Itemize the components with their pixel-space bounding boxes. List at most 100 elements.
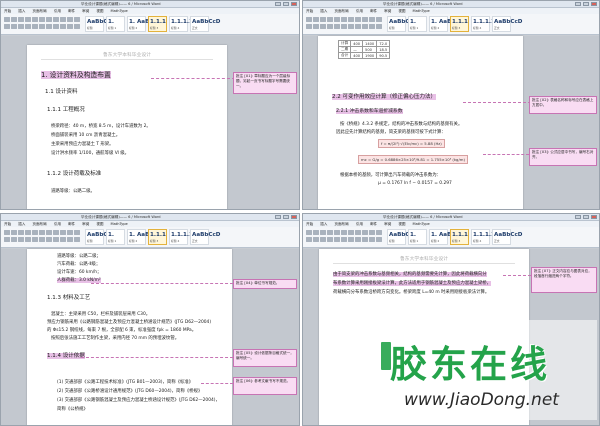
menu-view[interactable]: 视图 <box>96 9 103 14</box>
highlight-icon[interactable] <box>39 24 45 29</box>
menu-review[interactable]: 审阅 <box>82 222 89 227</box>
body-line[interactable]: 主梁采用预应力混凝土 T 形梁。 <box>51 141 114 147</box>
underline-icon[interactable] <box>320 237 326 242</box>
numbering-icon[interactable] <box>348 17 354 22</box>
italic-icon[interactable] <box>11 24 17 29</box>
style-heading-3[interactable]: 1.1.1 标题 3 <box>450 229 469 245</box>
grow-font-icon[interactable] <box>18 17 24 22</box>
bullets-icon[interactable] <box>341 17 347 22</box>
shrink-font-icon[interactable] <box>327 17 333 22</box>
maximize-icon[interactable] <box>283 215 289 219</box>
shrink-font-icon[interactable] <box>25 17 31 22</box>
indent-icon[interactable] <box>355 230 361 235</box>
align-right-icon[interactable] <box>369 237 375 242</box>
style-heading-1[interactable]: 1. 标题 1 <box>408 16 427 32</box>
body-line[interactable]: 预应力钢筋采用《公路钢筋混凝土及预应力混凝土桥涵设计规范》(JTG D62—20… <box>47 319 211 325</box>
align-left-icon[interactable] <box>53 24 59 29</box>
menu-review[interactable]: 审阅 <box>384 222 391 227</box>
numbering-icon[interactable] <box>46 230 52 235</box>
bullets-icon[interactable] <box>341 230 347 235</box>
body-line[interactable]: 混凝土：主梁采用 C50，栏杆及铺装层采用 C30。 <box>51 311 150 317</box>
review-comment[interactable]: 批注 [X4]: 单位书写规范。 <box>233 279 297 289</box>
font-box[interactable] <box>4 17 10 22</box>
menu-view[interactable]: 视图 <box>96 222 103 227</box>
style-heading-2[interactable]: 1. AaB 标题 2 <box>429 16 451 32</box>
align-left-icon[interactable] <box>53 237 59 242</box>
document-canvas[interactable]: 道路等级：公路二级； 汽车荷载：公路-Ⅱ级； 设计车速：60 km/h； 人群荷… <box>1 249 299 425</box>
close-icon[interactable] <box>591 2 597 6</box>
highlight-icon[interactable] <box>341 24 347 29</box>
body-line[interactable]: 根据本桥的基频，可计算出汽车荷载的冲击系数为： <box>340 172 441 178</box>
font-color-icon[interactable] <box>46 24 52 29</box>
bold-icon[interactable] <box>306 24 312 29</box>
bullets-icon[interactable] <box>39 17 45 22</box>
show-marks-icon[interactable] <box>74 17 80 22</box>
subscript-icon[interactable] <box>334 24 340 29</box>
body-line[interactable]: 按《桥规》4.3.2 条规定，结构的冲击系数与结构的基频有关。 <box>340 121 462 127</box>
body-line[interactable]: 荷载横向分布系数沿桥跨方向变化。桥梁跨度 L=40 m 时采用刚接板梁法计算。 <box>333 289 489 295</box>
italic-icon[interactable] <box>313 24 319 29</box>
menu-view[interactable]: 视图 <box>398 222 405 227</box>
subsection-heading[interactable]: 1.1.3 材料及工艺 <box>47 293 90 301</box>
body-line[interactable]: 由于简支梁的冲击系数与基频相关，结构的基频需要先计算，因此将荷载横向分 <box>333 271 487 277</box>
review-comment[interactable]: 批注 [X5]: 设计依据条目格式统一，编号统一。 <box>233 349 297 367</box>
shrink-font-icon[interactable] <box>327 230 333 235</box>
body-line[interactable]: 按照后张法施工工艺制作主梁，采用内径 70 mm 的预埋波纹管。 <box>51 335 179 341</box>
font-color-icon[interactable] <box>348 24 354 29</box>
menu-mailings[interactable]: 邮件 <box>68 9 75 14</box>
shrink-font-icon[interactable] <box>25 230 31 235</box>
menu-mathtype[interactable]: MathType <box>111 9 128 13</box>
review-comment[interactable]: 批注 [X7]: 正文内容应与图表对应，段落首行缩进两个字符。 <box>531 267 597 293</box>
body-line[interactable]: 设计洪水频率 1/100，通航等级 Ⅵ 级。 <box>51 150 129 156</box>
style-heading-3[interactable]: 1.1.1 标题 3 <box>450 16 469 32</box>
formula-box[interactable]: f = π/(2l²)·√(EIc/mc) = 5.88 (Hz) <box>378 139 445 148</box>
outdent-icon[interactable] <box>362 17 368 22</box>
style-heading-4[interactable]: 1.1.1.1 标题 4 <box>169 229 193 245</box>
font-size-box[interactable] <box>313 17 319 22</box>
align-center-icon[interactable] <box>362 24 368 29</box>
style-normal[interactable]: AaBbCcD 正文 <box>190 229 220 245</box>
menu-references[interactable]: 引用 <box>54 222 61 227</box>
subscript-icon[interactable] <box>32 24 38 29</box>
close-icon[interactable] <box>291 215 297 219</box>
bold-icon[interactable] <box>4 24 10 29</box>
menu-home[interactable]: 开始 <box>4 9 11 14</box>
style-normal[interactable]: AaBbCcD 正文 <box>190 16 220 32</box>
style-heading-2[interactable]: 1. AaB 标题 2 <box>429 229 451 245</box>
subscript-icon[interactable] <box>334 237 340 242</box>
minimize-icon[interactable] <box>575 2 581 6</box>
document-canvas[interactable]: 计算 400 1400 72.0 二期 —500 18.5 合计 400 1900 90.5 2… <box>303 36 599 209</box>
grow-font-icon[interactable] <box>320 17 326 22</box>
style-heading-4[interactable]: 1.1.1.1 标题 4 <box>471 229 495 245</box>
underline-icon[interactable] <box>18 24 24 29</box>
menu-mailings[interactable]: 邮件 <box>370 222 377 227</box>
menu-review[interactable]: 审阅 <box>82 9 89 14</box>
body-line[interactable]: 道路等级：公路二级； <box>57 253 101 259</box>
style-title[interactable]: AaBbC 标题 <box>85 16 107 32</box>
style-heading-4[interactable]: 1.1.1.1 标题 4 <box>169 16 193 32</box>
font-size-box[interactable] <box>11 230 17 235</box>
style-title[interactable]: AaBbC 标题 <box>85 229 107 245</box>
align-left-icon[interactable] <box>355 237 361 242</box>
strike-icon[interactable] <box>25 237 31 242</box>
style-normal[interactable]: AaBbCcD 正文 <box>492 16 522 32</box>
review-comment[interactable]: 批注 [X6]: 参考文献书写不规范。 <box>233 377 297 395</box>
font-box[interactable] <box>4 230 10 235</box>
indent-icon[interactable] <box>355 17 361 22</box>
underline-icon[interactable] <box>320 24 326 29</box>
style-title[interactable]: AaBbC 标题 <box>387 16 409 32</box>
subsection-heading[interactable]: 1.1.4 设计依据 <box>47 351 85 359</box>
sort-icon[interactable] <box>67 17 73 22</box>
align-right-icon[interactable] <box>67 24 73 29</box>
menu-references[interactable]: 引用 <box>356 222 363 227</box>
italic-icon[interactable] <box>313 237 319 242</box>
menu-references[interactable]: 引用 <box>54 9 61 14</box>
subsection-heading[interactable]: 2.2.1 冲击系数和车道折减系数 <box>336 107 403 114</box>
bold-icon[interactable] <box>4 237 10 242</box>
minimize-icon[interactable] <box>275 215 281 219</box>
body-line[interactable]: 桥面铺装采用 10 cm 沥青混凝土。 <box>51 132 120 138</box>
numbering-icon[interactable] <box>46 17 52 22</box>
document-canvas[interactable]: 鲁东大学本科毕业设计 1. 设计资料及构造布置 1.1 设计资料 1.1.1 工… <box>1 36 299 209</box>
strike-icon[interactable] <box>327 24 333 29</box>
menu-layout[interactable]: 页面布局 <box>32 222 46 227</box>
